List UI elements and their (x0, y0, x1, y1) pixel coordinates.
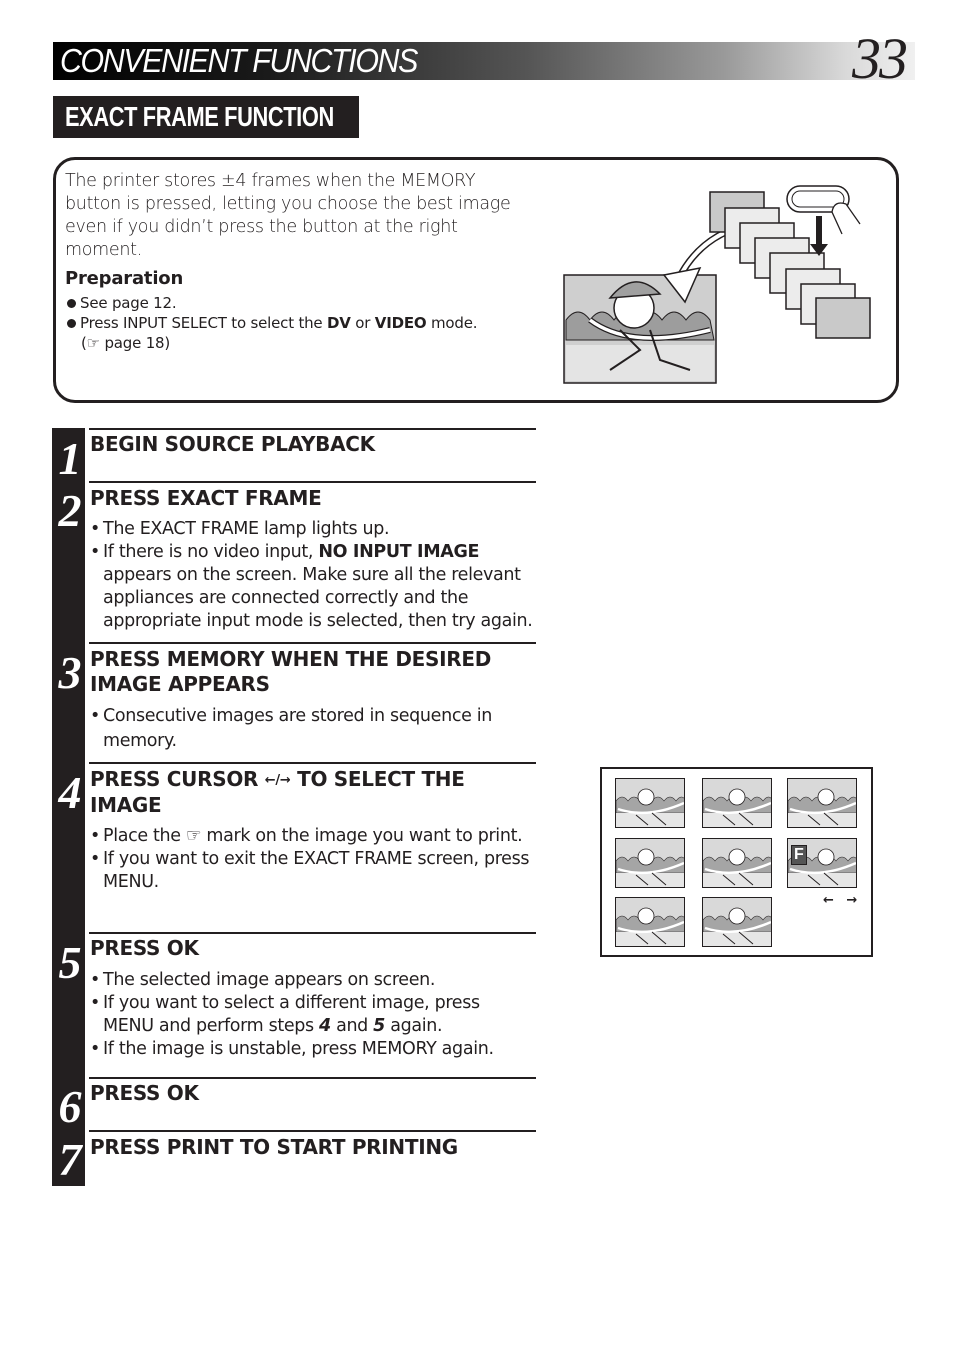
step-title: PRESS CURSOR ←/→ TO SELECT THE IMAGE (90, 767, 535, 818)
step-body: Consecutive images are stored in sequenc… (90, 704, 535, 754)
step-number: 3 (58, 647, 82, 698)
step-number: 2 (58, 485, 82, 536)
step-bullet: If you want to exit the EXACT FRAME scre… (90, 848, 535, 894)
bullet-text: Place the (103, 826, 186, 846)
page-number: 33 (852, 26, 908, 91)
step-title-text: PRESS CURSOR (90, 767, 265, 791)
preparation-item-text: See page 12. (80, 294, 177, 312)
preparation-item-text: or (350, 314, 375, 332)
step-body: Place the ☞ mark on the image you want t… (90, 825, 535, 894)
preparation-list: See page 12. Press INPUT SELECT to selec… (65, 293, 478, 353)
frame-thumbnail[interactable] (787, 778, 857, 828)
step-bullet: The EXACT FRAME lamp lights up. (90, 518, 535, 541)
step-number: 7 (58, 1134, 82, 1185)
step-divider (89, 481, 536, 483)
frame-thumbnail[interactable] (615, 778, 685, 828)
step-number: 6 (58, 1081, 82, 1132)
no-input-image-label: NO INPUT IMAGE (318, 542, 480, 562)
mode-dv: DV (327, 314, 351, 332)
step-divider (89, 642, 536, 644)
bullet-text: again. (385, 1016, 443, 1036)
step-divider (89, 428, 536, 430)
large-frame-image (563, 274, 717, 384)
step-bullet: If there is no video input, NO INPUT IMA… (90, 541, 535, 633)
bullet-text: If there is no video input, (103, 542, 319, 562)
step-bullet: Consecutive images are stored in sequenc… (90, 704, 535, 754)
bullet-icon (67, 299, 76, 308)
step-bullet: The selected image appears on screen. (90, 969, 535, 992)
step-bullet: If you want to select a different image,… (90, 992, 535, 1038)
frame-thumbnail[interactable]: F (787, 838, 857, 888)
step-ref: 4 (319, 1016, 331, 1036)
frame-thumbnail[interactable] (615, 897, 685, 947)
down-arrow-icon (810, 216, 828, 256)
memory-button-icon (786, 185, 861, 235)
frame-thumbnail[interactable] (702, 897, 772, 947)
mode-video: VIDEO (374, 314, 427, 332)
bullet-text: mark on the image you want to print. (201, 826, 523, 846)
step-title: PRESS OK (90, 936, 199, 960)
frame-thumbnail[interactable] (702, 778, 772, 828)
cursor-arrows-icon: ← → (823, 893, 862, 908)
preparation-item-text: Press INPUT SELECT to select the (80, 314, 328, 332)
step-title: PRESS OK (90, 1081, 199, 1105)
bullet-text: and (330, 1016, 374, 1036)
preparation-item: See page 12. (65, 293, 477, 313)
step-number: 5 (58, 937, 82, 988)
step-divider (89, 762, 536, 764)
step-title: PRESS MEMORY WHEN THE DESIRED IMAGE APPE… (90, 647, 492, 696)
pointing-hand-icon: ☞ (185, 826, 202, 846)
step-title: BEGIN SOURCE PLAYBACK (90, 432, 375, 456)
page-reference: (☞ page 18) (81, 334, 171, 352)
step-title: PRESS EXACT FRAME (90, 486, 322, 510)
left-right-arrows-icon: ←/→ (264, 773, 291, 788)
step-ref: 5 (373, 1016, 385, 1036)
step-divider (89, 1130, 536, 1132)
step-divider (89, 932, 536, 934)
step-body: The EXACT FRAME lamp lights up. If there… (90, 518, 535, 633)
preparation-item-text: mode. (426, 314, 478, 332)
frame-thumbnail[interactable] (702, 838, 772, 888)
frame-stack-illustration (563, 185, 871, 384)
bullet-icon (67, 319, 76, 328)
selected-marker-icon: F (791, 845, 807, 865)
pointing-hand-icon: ☞ (86, 334, 100, 352)
step-number: 1 (58, 433, 82, 484)
step-divider (89, 1077, 536, 1079)
step-body: The selected image appears on screen. If… (90, 969, 535, 1061)
step-bullet: Place the ☞ mark on the image you want t… (90, 825, 535, 848)
preparation-item: Press INPUT SELECT to select the DV or V… (65, 313, 478, 333)
frame-thumbnail[interactable] (615, 838, 685, 888)
bullet-text: appears on the screen. Make sure all the… (103, 565, 533, 631)
step-title: PRESS PRINT TO START PRINTING (90, 1135, 458, 1159)
preparation-heading: Preparation (65, 268, 184, 289)
page-reference-text: page 18) (99, 334, 171, 352)
step-bullet: If the image is unstable, press MEMORY a… (90, 1038, 535, 1061)
section-title: CONVENIENT FUNCTIONS (60, 42, 418, 79)
intro-text: The printer stores ±4 frames when the ME… (65, 171, 511, 260)
section-tag-label: EXACT FRAME FUNCTION (65, 101, 334, 132)
step-number: 4 (58, 767, 82, 818)
